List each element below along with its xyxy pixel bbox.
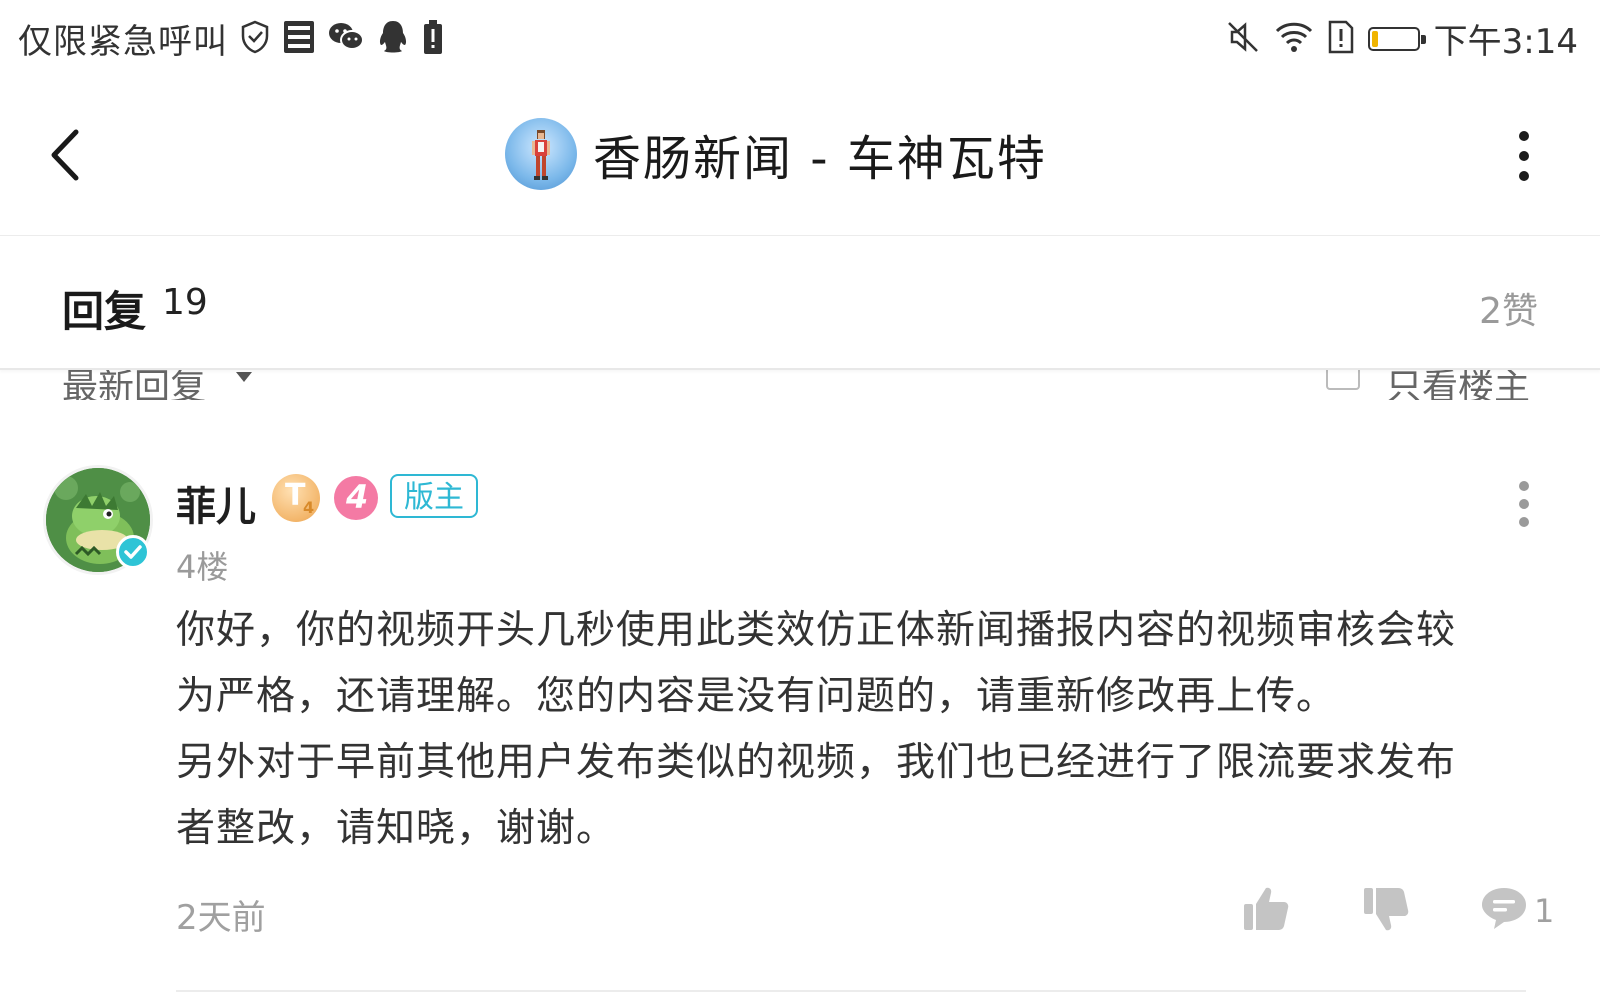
battery-alert-icon xyxy=(422,19,444,59)
reply-count: 19 xyxy=(162,282,208,323)
reply-count-small: 1 xyxy=(1534,892,1555,930)
verified-badge-icon xyxy=(116,535,150,569)
comment-line: 为严格，还请理解。您的内容是没有问题的，请重新修改再上传。 xyxy=(176,674,1337,719)
shield-icon xyxy=(240,20,270,58)
comment-timestamp: 2天前 xyxy=(176,898,266,938)
character-figure-icon xyxy=(532,130,550,180)
more-vertical-icon xyxy=(1519,481,1529,527)
like-button[interactable] xyxy=(1242,884,1290,938)
rank-badge-number: 4 xyxy=(346,478,369,516)
comment-more-button[interactable] xyxy=(1516,478,1532,530)
moderator-badge: 版主 xyxy=(390,474,478,518)
battery-level xyxy=(1371,30,1378,47)
wifi-icon xyxy=(1274,20,1314,58)
author-name[interactable]: 菲儿 xyxy=(176,474,256,532)
carrier-text: 仅限紧急呼叫 xyxy=(18,22,228,62)
caret-down-icon[interactable] xyxy=(236,372,252,382)
rank-badge-icon: 4 xyxy=(334,476,378,520)
comment-bubble-icon xyxy=(1482,888,1526,929)
more-vertical-icon xyxy=(1519,131,1529,181)
page-title: 香肠新闻 - 车神瓦特 xyxy=(593,131,1047,187)
like-count[interactable]: 2赞 xyxy=(1479,282,1538,334)
divider xyxy=(176,990,1526,992)
reply-header: 回复 19 2赞 xyxy=(0,236,1600,370)
sim-alert-icon xyxy=(1328,20,1354,58)
dislike-button[interactable] xyxy=(1362,884,1410,938)
comment-item: 菲儿 T 4 4 版主 4楼 你好，你的视频开头几秒使用此类效仿正体新闻播报内容… xyxy=(0,460,1600,1000)
comment-line: 者整改，请知晓，谢谢。 xyxy=(176,806,617,851)
comment-line: 另外对于早前其他用户发布类似的视频，我们也已经进行了限流要求发布 xyxy=(176,740,1457,785)
chevron-left-icon xyxy=(51,129,79,181)
status-bar: 仅限紧急呼叫 下午3:14 xyxy=(0,0,1600,78)
clock: 下午3:14 xyxy=(1433,22,1578,62)
wechat-icon xyxy=(328,21,364,57)
floor-number: 4楼 xyxy=(176,548,229,586)
level-badge-icon: T 4 xyxy=(272,474,320,522)
thumbs-up-icon xyxy=(1244,887,1289,930)
back-button[interactable] xyxy=(44,120,94,190)
comment-text: 你好，你的视频开头几秒使用此类效仿正体新闻播报内容的视频审核会较 为严格，还请理… xyxy=(176,598,1526,862)
top-nav-bar: 香肠新闻 - 车神瓦特 xyxy=(0,78,1600,236)
storage-icon xyxy=(282,19,316,59)
forum-title-group[interactable]: 香肠新闻 - 车神瓦特 xyxy=(505,118,1047,190)
level-badge-sub: 4 xyxy=(303,498,315,517)
reply-title: 回复 xyxy=(62,287,147,336)
more-options-button[interactable] xyxy=(1516,128,1532,184)
comment-line: 你好，你的视频开头几秒使用此类效仿正体新闻播报内容的视频审核会较 xyxy=(176,608,1457,653)
qq-icon xyxy=(376,19,410,59)
thumbs-down-icon xyxy=(1364,888,1409,931)
forum-avatar xyxy=(505,118,577,190)
battery-icon xyxy=(1367,26,1426,51)
mute-icon xyxy=(1226,20,1260,58)
reply-button[interactable] xyxy=(1480,884,1528,936)
